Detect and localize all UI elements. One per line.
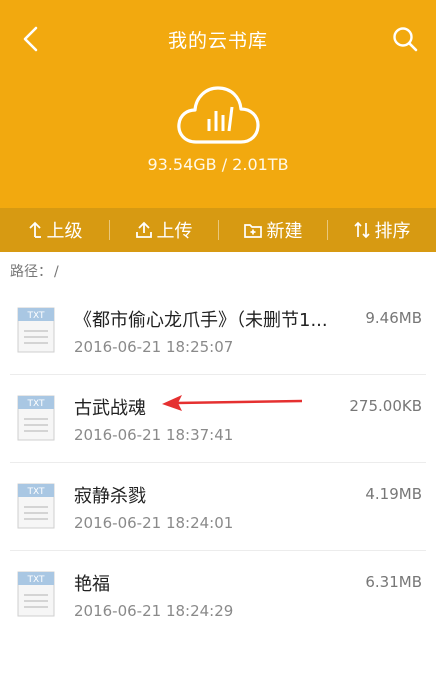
path-label: 路径： [10, 264, 52, 280]
txt-file-icon: TXT [17, 483, 55, 529]
upload-button[interactable]: 上传 [109, 208, 218, 252]
storage-usage: 93.54GB / 2.01TB [147, 155, 289, 174]
search-button[interactable] [390, 24, 420, 54]
new-label: 新建 [266, 221, 303, 242]
file-date: 2016-06-21 18:24:01 [74, 514, 234, 532]
breadcrumb: 路径： / [10, 261, 59, 281]
search-icon [393, 27, 418, 52]
file-date: 2016-06-21 18:37:41 [74, 426, 234, 444]
sort-button[interactable]: 排序 [327, 208, 436, 252]
sort-label: 排序 [374, 221, 411, 242]
file-name: 《都市偷心龙爪手》（未删节1... [74, 310, 328, 331]
file-list: TXT 《都市偷心龙爪手》（未删节1... 2016-06-21 18:25:0… [0, 287, 436, 638]
file-size: 275.00KB [349, 397, 422, 415]
page-title: 我的云书库 [167, 30, 268, 52]
file-date: 2016-06-21 18:25:07 [74, 338, 234, 356]
file-row[interactable]: TXT 艳福 2016-06-21 18:24:29 6.31MB [10, 551, 426, 638]
txt-file-icon: TXT [17, 307, 55, 353]
new-button[interactable]: 新建 [218, 208, 327, 252]
file-row[interactable]: TXT 寂静杀戮 2016-06-21 18:24:01 4.19MB [10, 463, 426, 551]
cloud-chart-icon [177, 86, 260, 144]
toolbar: 上级 上传 新建 排序 [0, 208, 436, 252]
file-type-label: TXT [26, 575, 45, 585]
file-size: 4.19MB [365, 485, 422, 503]
upload-icon [135, 221, 152, 238]
txt-file-icon: TXT [17, 395, 55, 441]
file-name: 寂静杀戮 [74, 486, 146, 507]
file-type-label: TXT [26, 399, 45, 409]
new-folder-icon [243, 224, 262, 238]
file-date: 2016-06-21 18:24:29 [74, 602, 234, 620]
file-type-label: TXT [26, 487, 45, 497]
file-size: 6.31MB [365, 573, 422, 591]
upload-label: 上传 [156, 221, 193, 242]
sort-icon [353, 221, 370, 239]
file-name: 艳福 [74, 574, 110, 595]
file-row[interactable]: TXT 古武战魂 2016-06-21 18:37:41 275.00KB [10, 375, 426, 463]
path-value: / [54, 264, 59, 280]
up-level-button[interactable]: 上级 [0, 208, 109, 252]
file-size: 9.46MB [365, 309, 422, 327]
annotation-arrow [162, 395, 303, 411]
app-header: 我的云书库 93.54GB / 2.01TB [0, 0, 436, 208]
up-level-label: 上级 [46, 221, 83, 242]
file-row[interactable]: TXT 《都市偷心龙爪手》（未删节1... 2016-06-21 18:25:0… [10, 287, 426, 375]
file-type-label: TXT [26, 311, 45, 321]
txt-file-icon: TXT [17, 571, 55, 617]
up-arrow-icon [28, 221, 41, 238]
